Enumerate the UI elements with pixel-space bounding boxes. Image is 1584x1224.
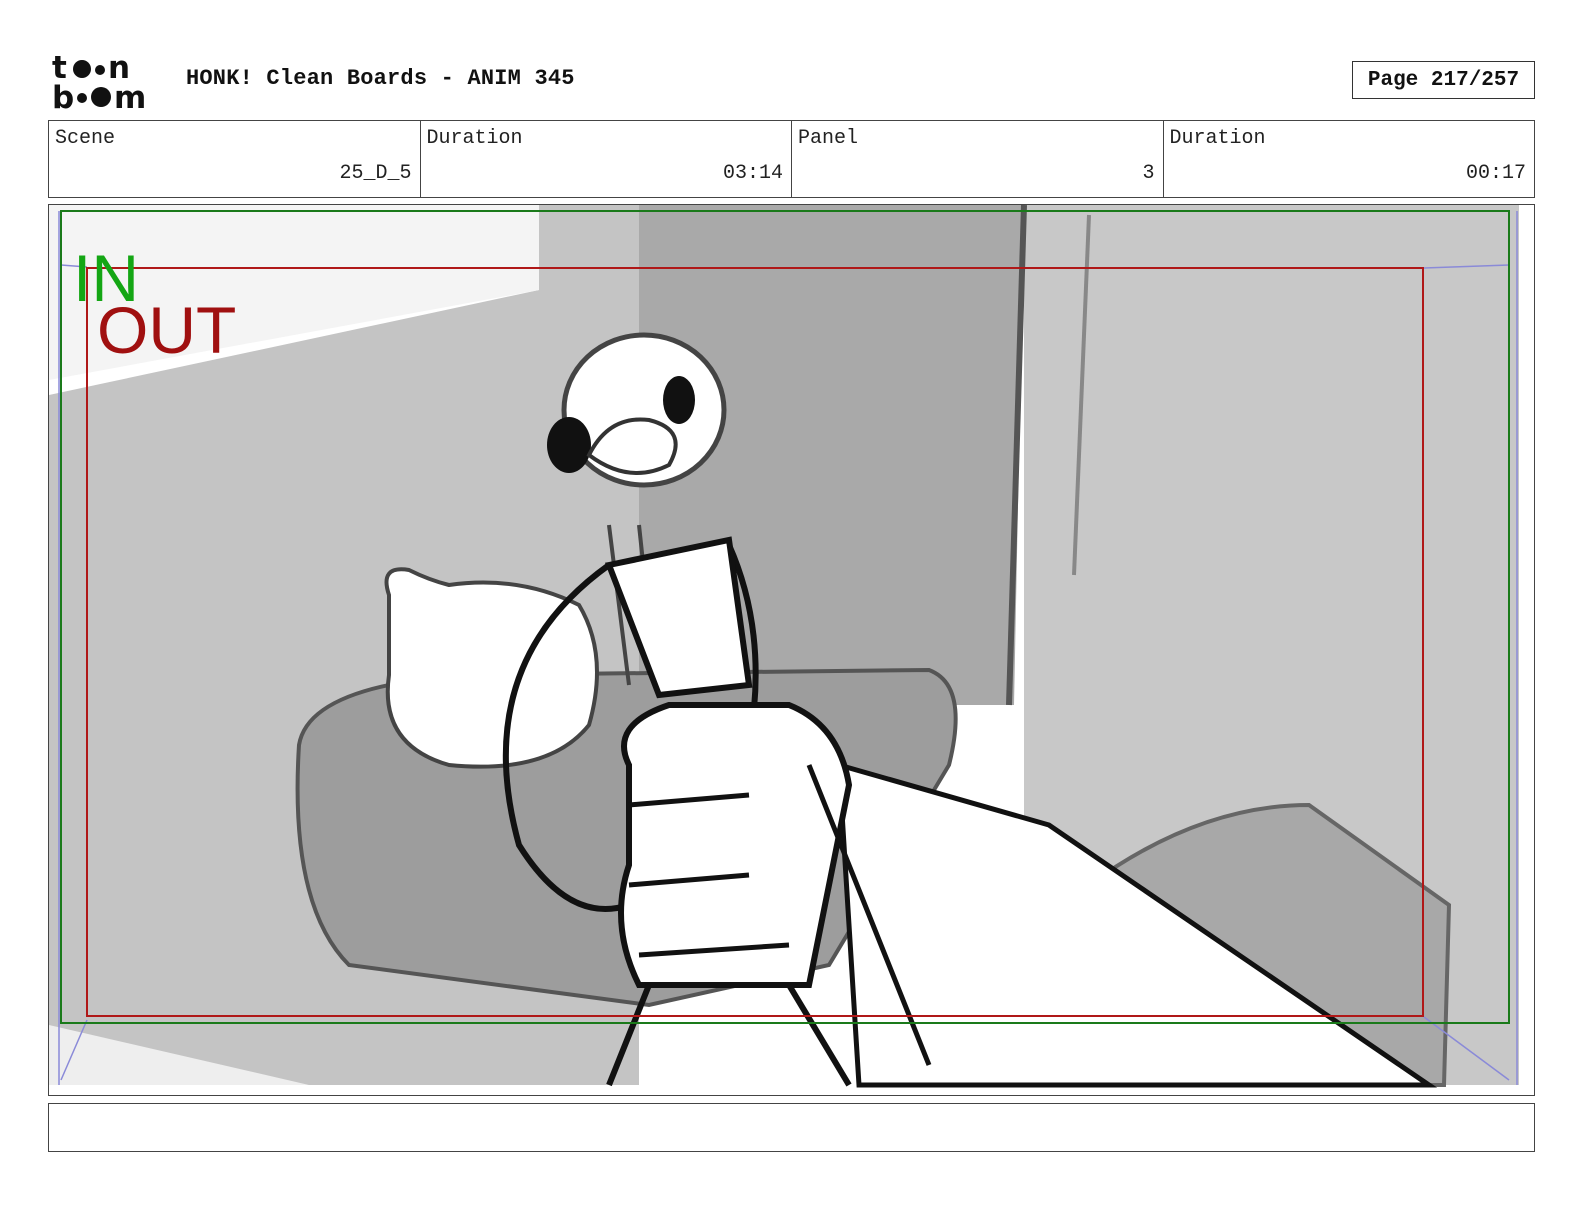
panel-duration-label: Duration — [1169, 127, 1266, 150]
toonboom-logo: t n b m — [50, 50, 164, 116]
scene-cell: Scene 25_D_5 — [49, 121, 421, 197]
svg-text:m: m — [114, 80, 146, 114]
page-indicator: Page 217/257 — [1352, 61, 1535, 99]
scene-info-row: Scene 25_D_5 Duration 03:14 Panel 3 Dura… — [48, 120, 1535, 198]
panel-duration-value: 00:17 — [1465, 162, 1526, 185]
panel-cell: Panel 3 — [792, 121, 1164, 197]
panel-value: 3 — [1142, 162, 1155, 185]
document-title: HONK! Clean Boards - ANIM 345 — [186, 66, 575, 91]
panel-label: Panel — [798, 127, 859, 150]
panel-notes-box — [48, 1103, 1535, 1152]
svg-text:b: b — [52, 80, 74, 114]
storyboard-panel: IN OUT — [48, 204, 1535, 1096]
scene-duration-value: 03:14 — [722, 162, 783, 185]
goose-eye-left — [547, 417, 591, 473]
panel-drawing: IN OUT — [49, 205, 1534, 1095]
panel-duration-cell: Duration 00:17 — [1164, 121, 1535, 197]
scene-label: Scene — [55, 127, 116, 150]
scene-duration-label: Duration — [426, 127, 523, 150]
goose-eye-right — [663, 376, 695, 424]
out-label: OUT — [97, 293, 236, 367]
fist — [618, 702, 853, 988]
scene-value: 25_D_5 — [339, 162, 412, 185]
scene-duration-cell: Duration 03:14 — [421, 121, 792, 197]
